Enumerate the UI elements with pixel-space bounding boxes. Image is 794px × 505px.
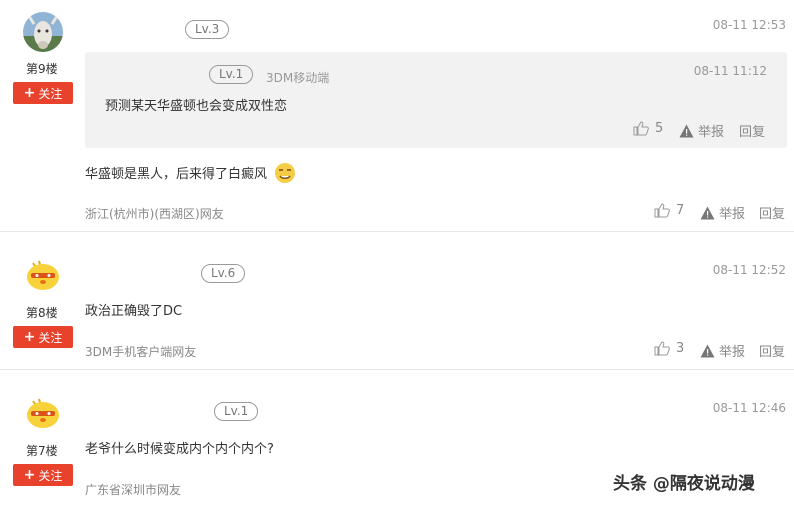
report-button[interactable]: 举报 bbox=[679, 121, 724, 140]
quoted-comment: Lv.1 3DM移动端 08-11 11:12 预测某天华盛顿也会变成双性恋 5… bbox=[85, 52, 787, 148]
divider bbox=[0, 231, 794, 232]
follow-button[interactable]: + 关注 bbox=[13, 464, 73, 486]
user-location: 3DM手机客户端网友 bbox=[85, 345, 197, 359]
report-button[interactable]: 举报 bbox=[700, 341, 745, 360]
level-badge: Lv.1 bbox=[209, 65, 254, 84]
report-button[interactable]: 举报 bbox=[700, 203, 745, 222]
comment-time: 08-11 12:52 bbox=[712, 263, 786, 277]
user-avatar[interactable] bbox=[23, 253, 63, 293]
follow-label: 关注 bbox=[38, 330, 63, 345]
thumbs-up-icon bbox=[654, 203, 670, 218]
floor-number: 第8楼 bbox=[26, 306, 58, 320]
user-avatar[interactable] bbox=[23, 391, 63, 431]
thumbs-up-icon bbox=[654, 341, 670, 356]
quote-source: 3DM移动端 bbox=[266, 71, 330, 85]
plus-icon: + bbox=[23, 467, 36, 483]
level-badge: Lv.1 bbox=[214, 402, 259, 421]
reply-button[interactable]: 回复 bbox=[759, 203, 785, 222]
like-button[interactable]: 7 bbox=[654, 203, 684, 218]
like-button[interactable]: 3 bbox=[654, 341, 684, 356]
plus-icon: + bbox=[23, 329, 36, 345]
warning-icon bbox=[679, 124, 694, 137]
thumbs-up-icon bbox=[633, 121, 649, 136]
level-badge: Lv.6 bbox=[201, 264, 246, 283]
reply-button[interactable]: 回复 bbox=[759, 341, 785, 360]
quote-time: 08-11 11:12 bbox=[693, 64, 767, 78]
comment-text-body: 华盛顿是黑人，后来得了白癜风 bbox=[85, 166, 268, 182]
report-label: 举报 bbox=[719, 345, 746, 360]
like-count: 7 bbox=[676, 203, 685, 218]
follow-label: 关注 bbox=[38, 468, 63, 483]
like-count: 5 bbox=[655, 121, 664, 136]
reply-label: 回复 bbox=[759, 345, 786, 360]
warning-icon bbox=[700, 344, 715, 357]
floor-number: 第9楼 bbox=[26, 62, 58, 76]
follow-label: 关注 bbox=[38, 86, 63, 101]
comment-text: 老爷什么时候变成内个内个内个? bbox=[85, 442, 274, 457]
plus-icon: + bbox=[23, 85, 36, 101]
user-avatar[interactable] bbox=[23, 12, 63, 52]
follow-button[interactable]: + 关注 bbox=[13, 82, 73, 104]
floor-number: 第7楼 bbox=[26, 444, 58, 458]
quote-text: 预测某天华盛顿也会变成双性恋 bbox=[105, 99, 288, 114]
reply-label: 回复 bbox=[739, 125, 766, 140]
comment-text: 华盛顿是黑人，后来得了白癜风 bbox=[85, 160, 297, 184]
comment-text: 政治正确毁了DC bbox=[85, 304, 183, 319]
report-label: 举报 bbox=[698, 125, 725, 140]
comment-time: 08-11 12:46 bbox=[712, 401, 786, 415]
watermark: 头条 @隔夜说动漫 bbox=[613, 474, 755, 494]
report-label: 举报 bbox=[719, 207, 746, 222]
warning-icon bbox=[700, 206, 715, 219]
user-location: 浙江(杭州市)(西湖区)网友 bbox=[85, 207, 224, 221]
follow-button[interactable]: + 关注 bbox=[13, 326, 73, 348]
divider bbox=[0, 369, 794, 370]
user-location: 广东省深圳市网友 bbox=[85, 483, 182, 497]
emoji-icon bbox=[275, 163, 296, 183]
like-button[interactable]: 5 bbox=[633, 121, 663, 136]
like-count: 3 bbox=[676, 341, 685, 356]
reply-label: 回复 bbox=[759, 207, 786, 222]
comment-time: 08-11 12:53 bbox=[712, 18, 786, 32]
reply-button[interactable]: 回复 bbox=[739, 121, 765, 140]
level-badge: Lv.3 bbox=[185, 20, 230, 39]
